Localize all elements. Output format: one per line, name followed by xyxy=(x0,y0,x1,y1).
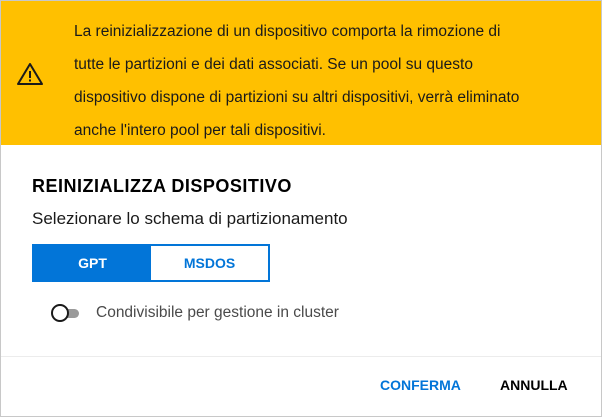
partition-scheme-label: Selezionare lo schema di partizionamento xyxy=(32,209,348,228)
warning-line: dispositivo dispone di partizioni su alt… xyxy=(74,89,520,106)
warning-line: tutte le partizioni e dei dati associati… xyxy=(74,56,473,73)
warning-line: La reinizializzazione di un dispositivo … xyxy=(74,23,501,40)
cancel-button[interactable]: ANNULLA xyxy=(500,377,568,393)
confirm-button[interactable]: CONFERMA xyxy=(380,377,461,393)
warning-line: anche l'intero pool per tali dispositivi… xyxy=(74,122,326,139)
warning-message: La reinizializzazione di un dispositivo … xyxy=(74,15,589,147)
partition-scheme-selector: GPT MSDOS xyxy=(32,244,270,282)
msdos-option-button[interactable]: MSDOS xyxy=(151,246,268,280)
gpt-option-button[interactable]: GPT xyxy=(34,246,151,280)
dialog-title: REINIZIALIZZA DISPOSITIVO xyxy=(32,176,292,196)
toggle-knob xyxy=(51,304,69,322)
footer-divider xyxy=(1,356,601,357)
cluster-share-toggle[interactable] xyxy=(51,304,81,322)
reinitialize-device-dialog: La reinizializzazione di un dispositivo … xyxy=(0,0,602,417)
cluster-share-label: Condivisibile per gestione in cluster xyxy=(96,304,339,321)
warning-banner: La reinizializzazione di un dispositivo … xyxy=(1,1,601,145)
warning-triangle-icon xyxy=(17,63,43,85)
